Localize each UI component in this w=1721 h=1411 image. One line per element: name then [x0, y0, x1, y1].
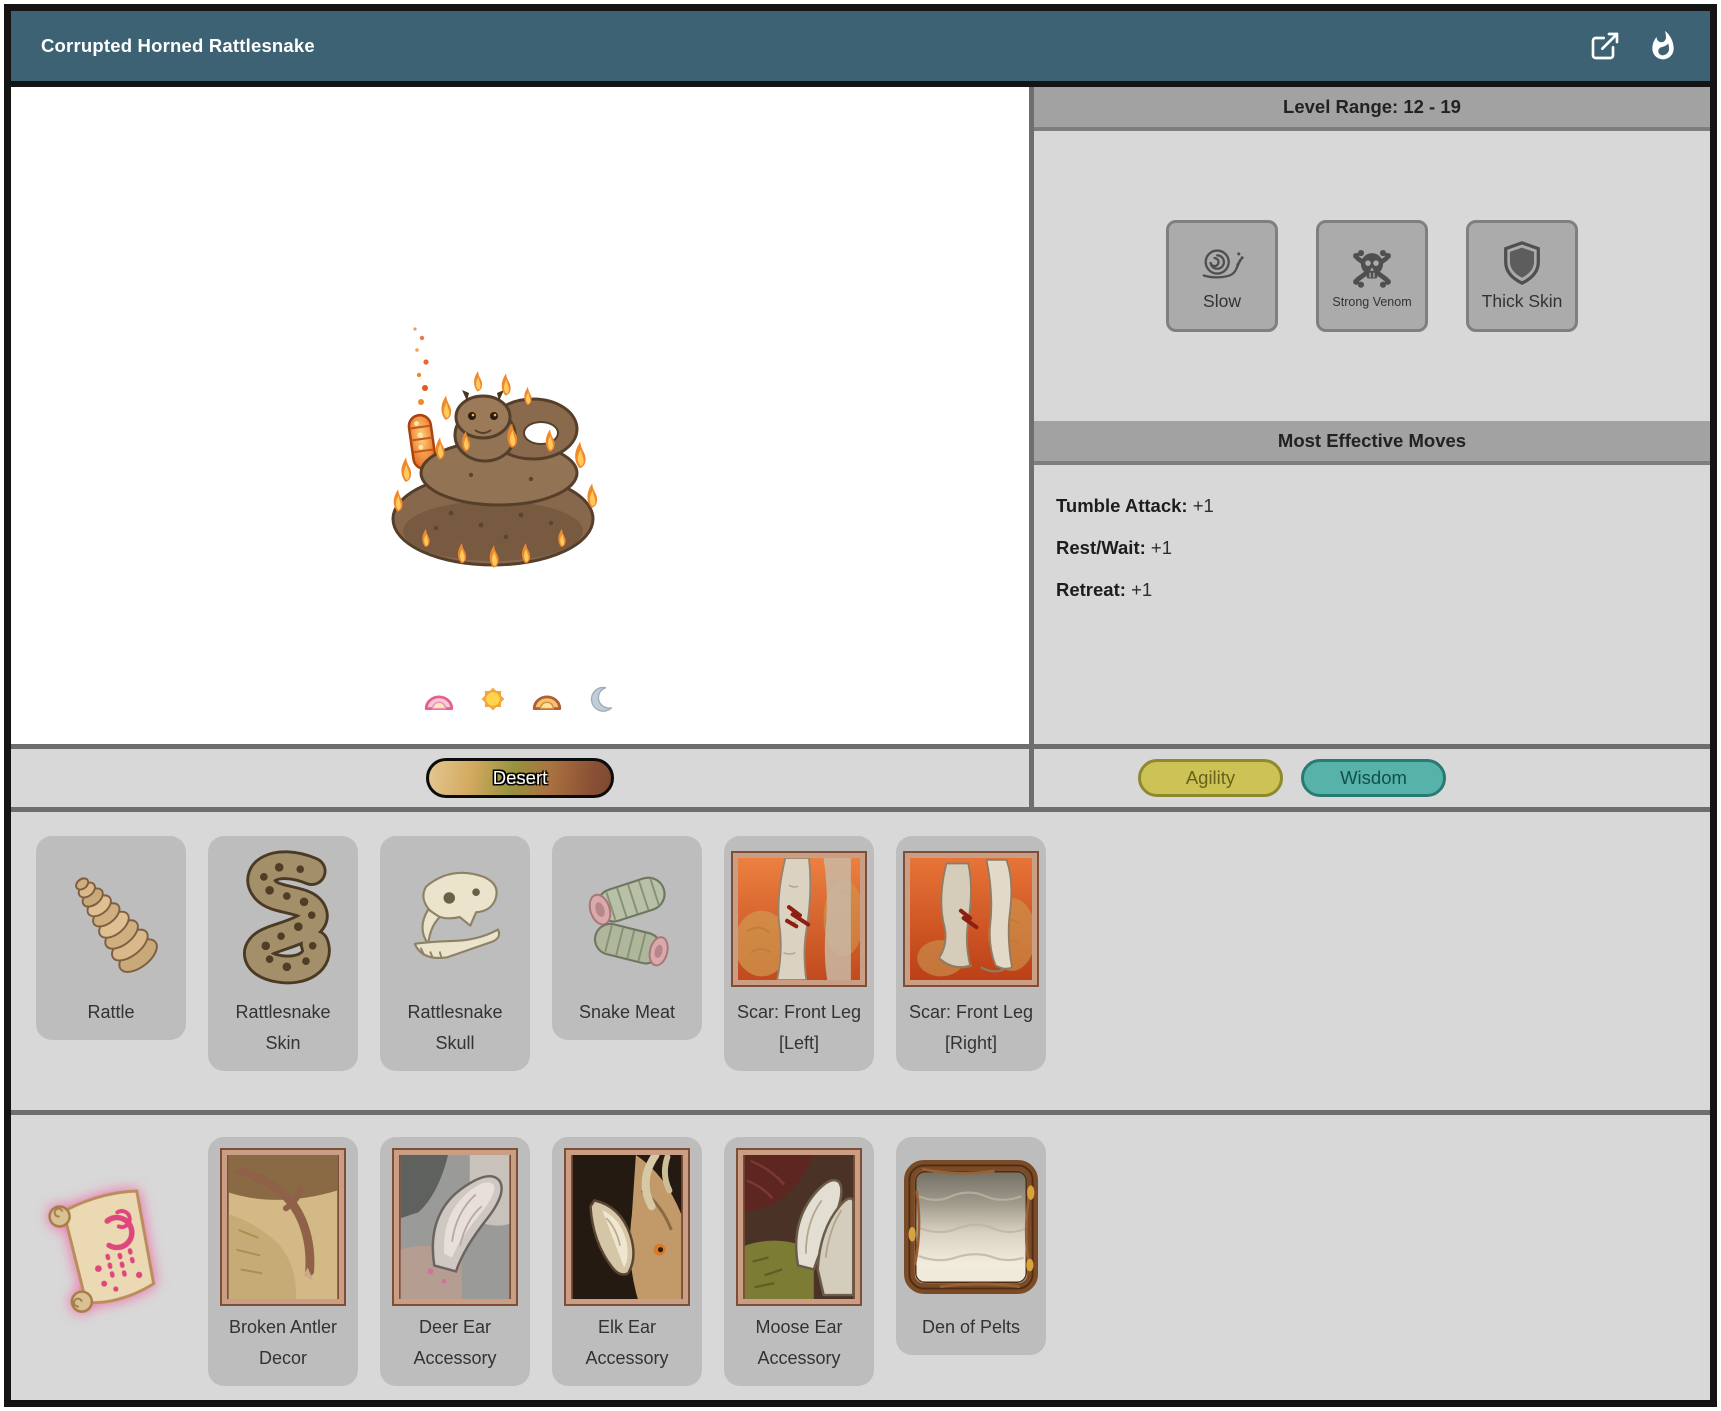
trait-slow[interactable]: Slow: [1166, 220, 1278, 332]
main-area: Level Range: 12 - 19 Slow: [11, 87, 1710, 744]
level-range-text: Level Range: 12 - 19: [1283, 96, 1461, 118]
rattlesnake-skin-image: [216, 844, 350, 994]
moves-bar: Most Effective Moves: [1034, 421, 1710, 465]
drops-section: Rattle Rattlesnake Skin: [11, 812, 1710, 1110]
creature-panel: [11, 87, 1029, 744]
drop-card-snake-meat[interactable]: Snake Meat: [552, 836, 702, 1040]
rattle-image: [44, 844, 178, 994]
shield-icon: [1499, 240, 1545, 286]
day-icon: [477, 685, 509, 713]
snail-icon: [1199, 240, 1245, 286]
times-of-day: [11, 685, 1029, 713]
special-drop-label: Broken Antler Decor: [216, 1312, 350, 1374]
special-drop-card-elk-ear-accessory[interactable]: Elk Ear Accessory: [552, 1137, 702, 1386]
special-drop-label: Elk Ear Accessory: [560, 1312, 694, 1374]
special-drop-label: Deer Ear Accessory: [388, 1312, 522, 1374]
habitat-stats-strip: Desert Agility Wisdom: [11, 749, 1710, 807]
traits-row: Slow St: [1034, 131, 1710, 421]
scroll-icon: [36, 1169, 186, 1329]
scar-front-leg-left-image: [732, 844, 866, 994]
sunset-icon: [531, 685, 563, 713]
move-row: Rest/Wait: +1: [1056, 537, 1686, 559]
deer-ear-accessory-image: [388, 1145, 522, 1309]
drop-card-rattlesnake-skin[interactable]: Rattlesnake Skin: [208, 836, 358, 1071]
trait-label: Slow: [1203, 291, 1241, 312]
moves-title: Most Effective Moves: [1278, 430, 1466, 452]
drop-label: Rattlesnake Skin: [216, 997, 350, 1059]
creature-encyclopedia-panel: Corrupted Horned Rattlesnake: [4, 4, 1717, 1407]
trait-strong-venom[interactable]: Strong Venom: [1316, 220, 1428, 332]
drop-label: Rattle: [44, 997, 178, 1028]
special-drop-card-deer-ear-accessory[interactable]: Deer Ear Accessory: [380, 1137, 530, 1386]
creature-image: [381, 323, 605, 571]
drop-card-scar-front-leg-right[interactable]: Scar: Front Leg [Right]: [896, 836, 1046, 1071]
special-drops-section: Broken Antler Decor Deer Ear Accessory: [11, 1115, 1710, 1400]
titlebar-icons: [1588, 29, 1680, 63]
scar-front-leg-right-image: [904, 844, 1038, 994]
trait-label: Thick Skin: [1482, 291, 1563, 312]
moose-ear-accessory-image: [732, 1145, 866, 1309]
stat-badge-agility[interactable]: Agility: [1138, 759, 1283, 797]
snake-meat-image: [560, 844, 694, 994]
habitat-area: Desert: [11, 749, 1029, 807]
rattlesnake-skull-image: [388, 844, 522, 994]
special-drop-label: Moose Ear Accessory: [732, 1312, 866, 1374]
drop-label: Snake Meat: [560, 997, 694, 1028]
moves-list: Tumble Attack: +1 Rest/Wait: +1 Retreat:…: [1034, 465, 1710, 744]
drop-label: Rattlesnake Skull: [388, 997, 522, 1059]
night-icon: [585, 685, 617, 713]
special-drop-label: Den of Pelts: [904, 1312, 1038, 1343]
broken-antler-decor-image: [216, 1145, 350, 1309]
trait-label: Strong Venom: [1332, 295, 1411, 309]
info-panel: Level Range: 12 - 19 Slow: [1034, 87, 1710, 744]
elk-ear-accessory-image: [560, 1145, 694, 1309]
skull-crossbones-icon: [1349, 244, 1395, 290]
sunrise-icon: [423, 685, 455, 713]
stats-area: Agility Wisdom: [1034, 749, 1710, 807]
trait-thick-skin[interactable]: Thick Skin: [1466, 220, 1578, 332]
habitat-badge-desert[interactable]: Desert: [426, 758, 614, 798]
quest-scroll-item[interactable]: [36, 1167, 186, 1331]
special-drop-card-moose-ear-accessory[interactable]: Moose Ear Accessory: [724, 1137, 874, 1386]
page: Corrupted Horned Rattlesnake: [0, 0, 1721, 1411]
special-drop-card-broken-antler-decor[interactable]: Broken Antler Decor: [208, 1137, 358, 1386]
titlebar: Corrupted Horned Rattlesnake: [11, 11, 1710, 87]
move-row: Tumble Attack: +1: [1056, 495, 1686, 517]
stat-badge-wisdom[interactable]: Wisdom: [1301, 759, 1446, 797]
special-drop-card-den-of-pelts[interactable]: Den of Pelts: [896, 1137, 1046, 1355]
flame-icon[interactable]: [1646, 29, 1680, 63]
level-range-bar: Level Range: 12 - 19: [1034, 87, 1710, 131]
drop-card-rattle[interactable]: Rattle: [36, 836, 186, 1040]
drop-card-scar-front-leg-left[interactable]: Scar: Front Leg [Left]: [724, 836, 874, 1071]
drop-label: Scar: Front Leg [Left]: [732, 997, 866, 1059]
drop-card-rattlesnake-skull[interactable]: Rattlesnake Skull: [380, 836, 530, 1071]
den-of-pelts-image: [904, 1145, 1038, 1309]
page-title: Corrupted Horned Rattlesnake: [41, 35, 1588, 57]
move-row: Retreat: +1: [1056, 579, 1686, 601]
drop-label: Scar: Front Leg [Right]: [904, 997, 1038, 1059]
external-link-icon[interactable]: [1588, 29, 1622, 63]
